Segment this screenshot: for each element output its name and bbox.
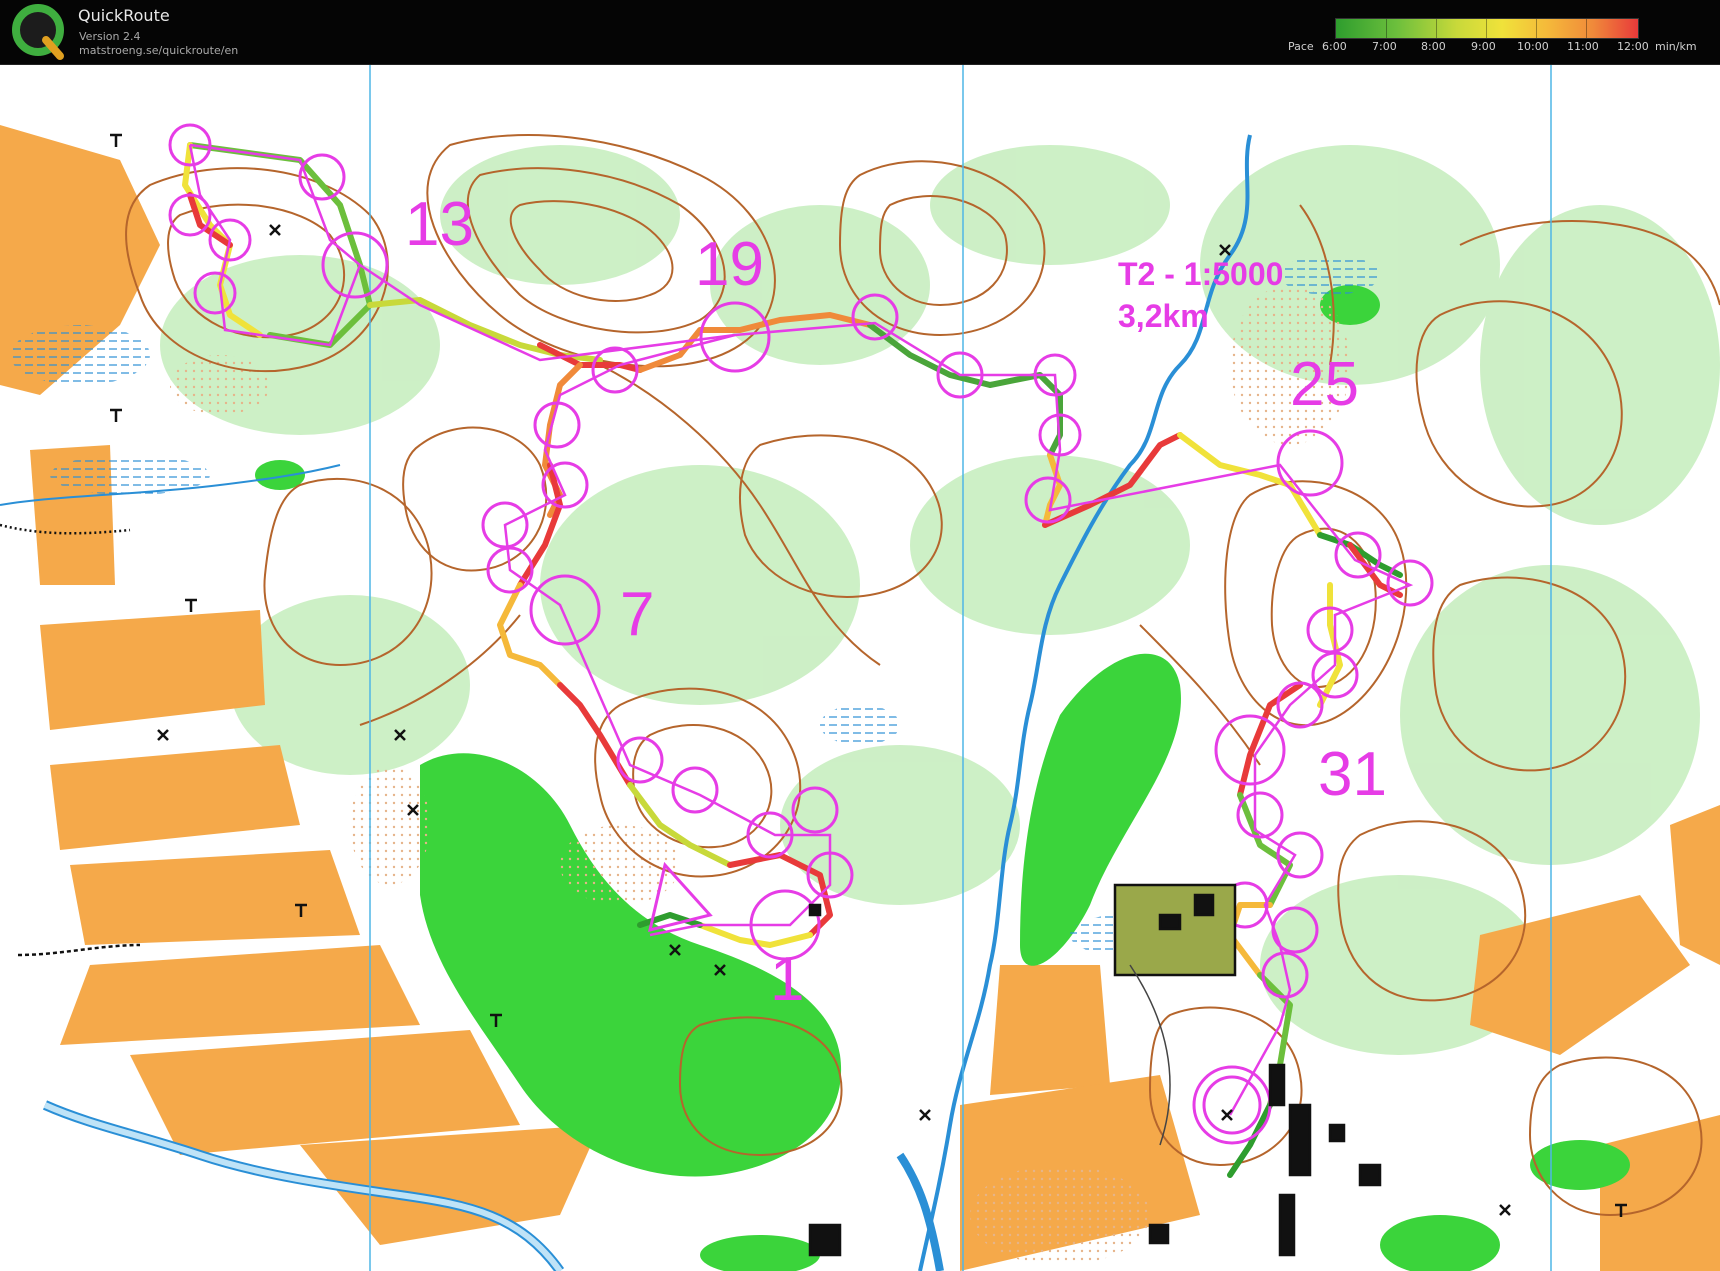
pace-tick: 8:00 [1421,40,1446,53]
control-number-7: 7 [620,580,654,649]
pace-tick: 11:00 [1567,40,1599,53]
course-scale-label: T2 - 1:5000 [1118,256,1283,292]
pace-color-scale [1335,18,1639,39]
control-number-25: 25 [1290,350,1359,419]
pace-label: Pace [1288,40,1314,53]
pace-tick: 10:00 [1517,40,1549,53]
pace-legend: Pace 6:00 7:00 8:00 9:00 10:00 11:00 12:… [1280,18,1710,58]
pace-tick: 6:00 [1322,40,1347,53]
control-number-31: 31 [1318,740,1387,809]
title-bar: QuickRoute Version 2.4 matstroeng.se/qui… [0,0,1720,65]
control-number-1: 1 [770,945,804,1014]
app-title: QuickRoute [78,6,170,25]
pace-unit: min/km [1655,40,1697,53]
control-number-13: 13 [405,190,474,259]
orienteering-map[interactable]: 13 19 25 7 31 1 T2 - 1:5000 3,2km [0,65,1720,1271]
app-url-link[interactable]: matstroeng.se/quickroute/en [79,44,238,57]
pace-tick: 12:00 [1617,40,1649,53]
control-number-19: 19 [695,230,764,299]
quickroute-logo [12,4,64,60]
pace-tick: 9:00 [1471,40,1496,53]
course-length-label: 3,2km [1118,298,1209,334]
map-canvas[interactable]: 13 19 25 7 31 1 T2 - 1:5000 3,2km [0,65,1720,1271]
pace-tick: 7:00 [1372,40,1397,53]
app-version: Version 2.4 [79,30,141,43]
light-vegetation [160,145,1720,1055]
